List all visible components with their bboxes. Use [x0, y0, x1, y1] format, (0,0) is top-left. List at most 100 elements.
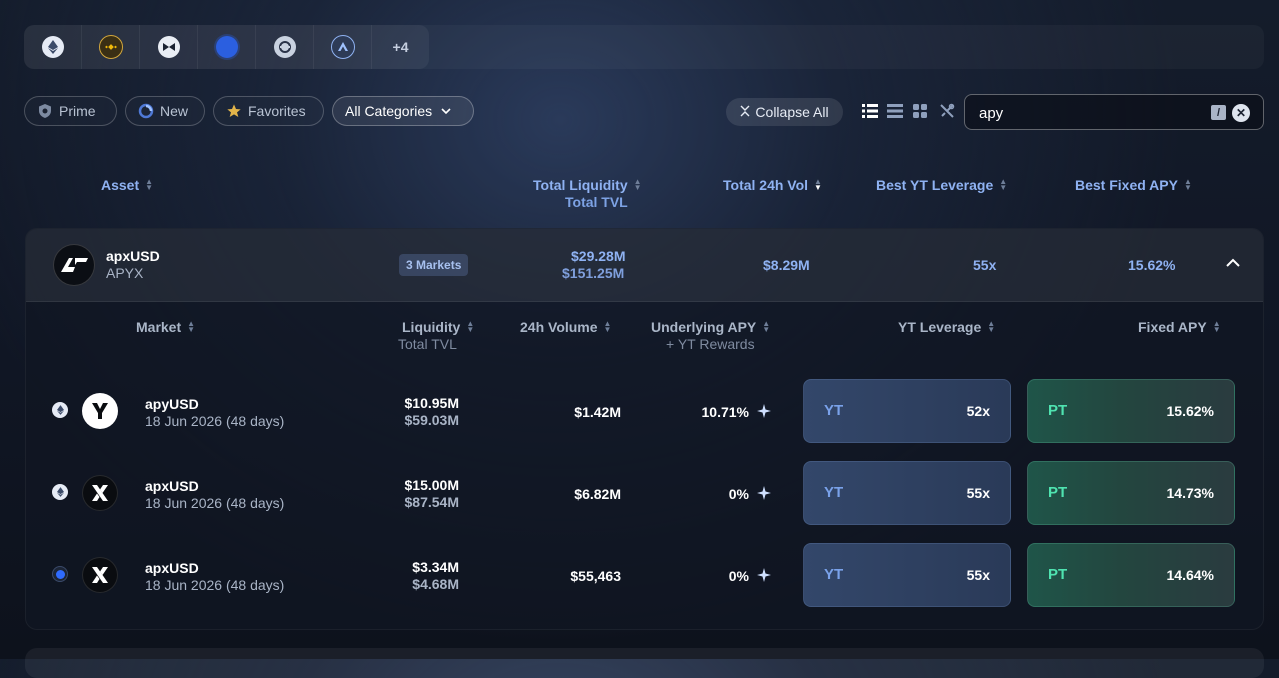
market-column-header[interactable]: Market ▲ ▼ [136, 319, 195, 335]
fixed-apy-value: 15.62% [1166, 403, 1214, 419]
pt-trade-button[interactable]: PT 15.62% [1027, 379, 1235, 443]
asset-row[interactable]: apxUSD APYX 3 Markets $29.28M $151.25M $… [26, 229, 1263, 302]
ethereum-icon [52, 402, 68, 418]
asset-column-header[interactable]: Asset ▲ ▼ [101, 177, 153, 193]
total-liquidity-column-header[interactable]: Total Liquidity ▲ ▼ [533, 177, 642, 193]
market-volume: $1.42M [574, 404, 621, 420]
volume-header-label: 24h Volume [520, 319, 598, 335]
new-filter-button[interactable]: New [125, 96, 205, 126]
sort-icon: ▲ ▼ [603, 319, 612, 334]
market-row[interactable]: apxUSD 18 Jun 2026 (48 days) $15.00M $87… [26, 459, 1263, 525]
sparkle-icon [757, 486, 771, 500]
categories-dropdown[interactable]: All Categories [332, 96, 474, 126]
sort-icon: ▲ ▼ [999, 177, 1008, 192]
yt-tag: YT [824, 402, 844, 419]
market-tvl: $59.03M [404, 412, 459, 428]
volume-column-header[interactable]: 24h Volume ▲ ▼ [520, 319, 611, 335]
chain-arbitrum[interactable] [314, 25, 372, 69]
pt-tag: PT [1048, 484, 1068, 501]
sort-icon: ▲ ▼ [1212, 319, 1221, 334]
more-chains-label: +4 [392, 39, 409, 55]
yt-rewards-subheader: + YT Rewards [666, 336, 755, 352]
market-header-label: Market [136, 319, 182, 335]
market-underlying-apy: 0% [728, 568, 749, 584]
favorites-filter-button[interactable]: Favorites [213, 96, 324, 126]
market-tvl-subheader: Total TVL [398, 336, 457, 352]
yt-leverage-column-header[interactable]: YT Leverage ▲ ▼ [898, 319, 995, 335]
yt-trade-button[interactable]: YT 52x [803, 379, 1011, 443]
sort-icon: ▲ ▼ [987, 319, 996, 334]
asset-name: apxUSD [106, 248, 160, 264]
asset-symbol: APYX [106, 265, 144, 281]
collapse-all-label: Collapse All [755, 104, 829, 120]
market-row[interactable]: apyUSD 18 Jun 2026 (48 days) $10.95M $59… [26, 377, 1263, 443]
sort-icon: ▲ ▼ [187, 319, 196, 334]
market-name: apxUSD [145, 560, 199, 576]
pt-tag: PT [1048, 566, 1068, 583]
liquidity-column-header[interactable]: Liquidity ▲ ▼ [402, 319, 474, 335]
prime-filter-button[interactable]: Prime [24, 96, 117, 126]
fixed-apy-value: 14.73% [1166, 485, 1214, 501]
grid-view-icon[interactable] [911, 102, 929, 120]
asset-best-fixed-apy: 15.62% [1128, 257, 1176, 273]
best-fixed-apy-header-label: Best Fixed APY [1075, 177, 1178, 193]
clear-search-button[interactable]: ✕ [1232, 104, 1250, 122]
sort-icon: ▲ ▼ [145, 177, 154, 192]
asset-total-tvl: $151.25M [562, 265, 625, 281]
search-input[interactable] [977, 102, 1211, 124]
more-chains-button[interactable]: +4 [372, 25, 429, 69]
fixed-apy-column-header[interactable]: Fixed APY ▲ ▼ [1138, 319, 1221, 335]
new-icon [138, 103, 154, 119]
prime-filter-label: Prime [59, 103, 96, 119]
collapse-all-button[interactable]: Collapse All [726, 98, 843, 126]
sort-icon: ▲ ▼ [633, 177, 642, 192]
best-yt-leverage-column-header[interactable]: Best YT Leverage ▲ ▼ [876, 177, 1007, 193]
shield-icon [37, 103, 53, 119]
yt-trade-button[interactable]: YT 55x [803, 543, 1011, 607]
market-liquidity: $10.95M [404, 395, 459, 411]
chain-base[interactable] [198, 25, 256, 69]
ethereum-icon [41, 36, 64, 58]
chain-list: +4 [24, 25, 429, 69]
sonic-icon [273, 36, 296, 58]
market-volume: $6.82M [574, 486, 621, 502]
chain-bnb[interactable] [82, 25, 140, 69]
arbitrum-icon [330, 35, 355, 59]
apyusd-logo-icon [82, 393, 118, 429]
mantle-icon [157, 36, 180, 58]
market-row[interactable]: apxUSD 18 Jun 2026 (48 days) $3.34M $4.6… [26, 541, 1263, 607]
base-icon [52, 566, 68, 582]
ethereum-icon [52, 484, 68, 500]
best-fixed-apy-column-header[interactable]: Best Fixed APY ▲ ▼ [1075, 177, 1192, 193]
markets-count-badge: 3 Markets [399, 254, 469, 276]
next-asset-card[interactable] [25, 648, 1264, 678]
market-maturity: 18 Jun 2026 (48 days) [145, 577, 285, 593]
total-24h-vol-column-header[interactable]: Total 24h Vol ▲ ▼ [723, 177, 822, 193]
bnb-icon [98, 35, 123, 59]
tools-view-icon[interactable] [938, 102, 956, 120]
chain-sonic[interactable] [256, 25, 314, 69]
chain-ethereum[interactable] [24, 25, 82, 69]
pt-trade-button[interactable]: PT 14.64% [1027, 543, 1235, 607]
total-24h-vol-header-label: Total 24h Vol [723, 177, 809, 193]
chain-selector-bar: +4 [24, 25, 1264, 69]
market-underlying-apy: 0% [728, 486, 749, 502]
market-tvl: $87.54M [404, 494, 459, 510]
yt-trade-button[interactable]: YT 55x [803, 461, 1011, 525]
market-liquidity: $15.00M [404, 477, 459, 493]
underlying-apy-header-label: Underlying APY [651, 319, 757, 335]
chevron-up-icon[interactable] [1226, 255, 1240, 273]
list-view-icon[interactable] [861, 102, 879, 120]
market-underlying-apy: 10.71% [701, 404, 749, 420]
chain-mantle[interactable] [140, 25, 198, 69]
apxusd-logo-icon [82, 475, 118, 511]
fixed-apy-value: 14.64% [1166, 567, 1214, 583]
search-shortcut-key: / [1211, 105, 1226, 120]
favorites-filter-label: Favorites [248, 103, 306, 119]
sort-icon: ▲ ▼ [466, 319, 475, 334]
underlying-apy-column-header[interactable]: Underlying APY ▲ ▼ [651, 319, 770, 335]
apxusd-logo-icon [82, 557, 118, 593]
compact-view-icon[interactable] [886, 102, 904, 120]
asset-total-24h-vol: $8.29M [763, 257, 810, 273]
pt-trade-button[interactable]: PT 14.73% [1027, 461, 1235, 525]
